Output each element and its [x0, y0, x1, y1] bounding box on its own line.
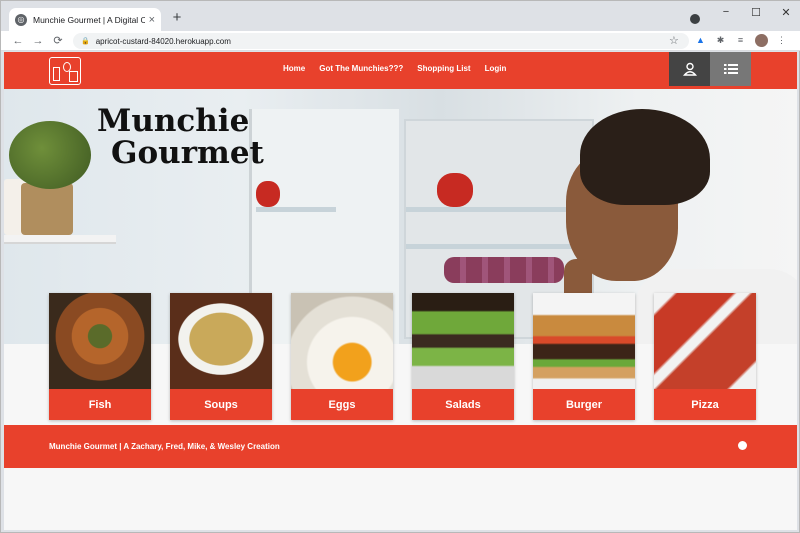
nav-link-home[interactable]: Home — [283, 64, 305, 73]
category-label: Pizza — [654, 389, 756, 420]
category-card-soups[interactable]: Soups — [170, 293, 272, 420]
nav-links: Home Got The Munchies??? Shopping List L… — [283, 64, 506, 73]
user-icon — [682, 62, 697, 76]
tab-search-icon[interactable] — [690, 14, 700, 24]
browser-tab[interactable]: ◎ Munchie Gourmet | A Digital Cre × — [9, 8, 161, 31]
salad-wraps-image — [412, 293, 514, 389]
url-text[interactable]: apricot-custard-84020.herokuapp.com — [96, 37, 231, 46]
nav-link-munchies[interactable]: Got The Munchies??? — [319, 64, 403, 73]
onions-image — [444, 257, 564, 283]
plant-pot — [21, 183, 73, 235]
nav-link-shopping-list[interactable]: Shopping List — [417, 64, 470, 73]
nav-icon-buttons — [669, 52, 751, 86]
fish-dish-image — [49, 293, 151, 389]
minimize-button[interactable]: − — [711, 1, 741, 23]
drive-icon[interactable]: ▲ — [695, 35, 706, 46]
wall-shelf — [4, 235, 116, 244]
category-card-fish[interactable]: Fish — [49, 293, 151, 420]
browser-toolbar: ← → ⟳ 🔒 apricot-custard-84020.herokuapp.… — [1, 31, 800, 51]
web-page: Home Got The Munchies??? Shopping List L… — [4, 52, 797, 530]
user-button[interactable] — [669, 52, 710, 86]
site-footer: Munchie Gourmet | A Zachary, Fred, Mike,… — [4, 425, 797, 468]
site-navbar: Home Got The Munchies??? Shopping List L… — [4, 52, 797, 89]
close-window-button[interactable]: ✕ — [771, 1, 800, 23]
plant-image — [9, 121, 91, 189]
category-label: Burger — [533, 389, 635, 420]
nav-link-login[interactable]: Login — [485, 64, 507, 73]
list-icon — [723, 64, 738, 74]
category-label: Salads — [412, 389, 514, 420]
new-tab-button[interactable]: + — [169, 10, 185, 26]
category-label: Soups — [170, 389, 272, 420]
poached-egg-image — [291, 293, 393, 389]
back-icon[interactable]: ← — [11, 34, 25, 48]
window-controls: − ☐ ✕ — [711, 1, 800, 23]
pepper-image — [256, 181, 280, 207]
menu-icon[interactable]: ⋮ — [776, 35, 787, 46]
forward-icon[interactable]: → — [31, 34, 45, 48]
maximize-button[interactable]: ☐ — [741, 1, 771, 23]
tab-close-icon[interactable]: × — [149, 14, 155, 26]
pepper-image — [437, 173, 473, 207]
github-icon[interactable] — [738, 441, 747, 450]
pizza-image — [654, 293, 756, 389]
category-label: Eggs — [291, 389, 393, 420]
category-card-eggs[interactable]: Eggs — [291, 293, 393, 420]
category-cards: Fish Soups Eggs Salads Burger Pizza — [49, 293, 756, 420]
category-card-burger[interactable]: Burger — [533, 293, 635, 420]
lock-icon[interactable]: 🔒 — [81, 37, 90, 45]
hero-title-line1: Munchie — [97, 103, 250, 139]
reload-icon[interactable]: ⟳ — [51, 34, 65, 48]
category-card-pizza[interactable]: Pizza — [654, 293, 756, 420]
list-button[interactable] — [710, 52, 751, 86]
soup-bowl-image — [170, 293, 272, 389]
tab-strip: ◎ Munchie Gourmet | A Digital Cre × + − … — [1, 1, 800, 31]
browser-window: ◎ Munchie Gourmet | A Digital Cre × + − … — [0, 0, 800, 533]
category-label: Fish — [49, 389, 151, 420]
hero-title-line2: Gourmet — [111, 135, 264, 171]
star-icon[interactable]: ☆ — [669, 34, 679, 47]
tab-title: Munchie Gourmet | A Digital Cre — [33, 14, 145, 25]
address-bar[interactable]: 🔒 apricot-custard-84020.herokuapp.com — [73, 33, 689, 49]
extensions-icon[interactable]: ✱ — [715, 35, 726, 46]
globe-icon: ◎ — [15, 13, 27, 26]
category-card-salads[interactable]: Salads — [412, 293, 514, 420]
avatar[interactable] — [755, 34, 768, 47]
burger-image — [533, 293, 635, 389]
reading-list-icon[interactable]: ≡ — [735, 35, 746, 46]
site-logo-icon[interactable] — [49, 57, 81, 85]
footer-text: Munchie Gourmet | A Zachary, Fred, Mike,… — [49, 442, 280, 451]
hero-title: Munchie Gourmet — [97, 105, 264, 169]
